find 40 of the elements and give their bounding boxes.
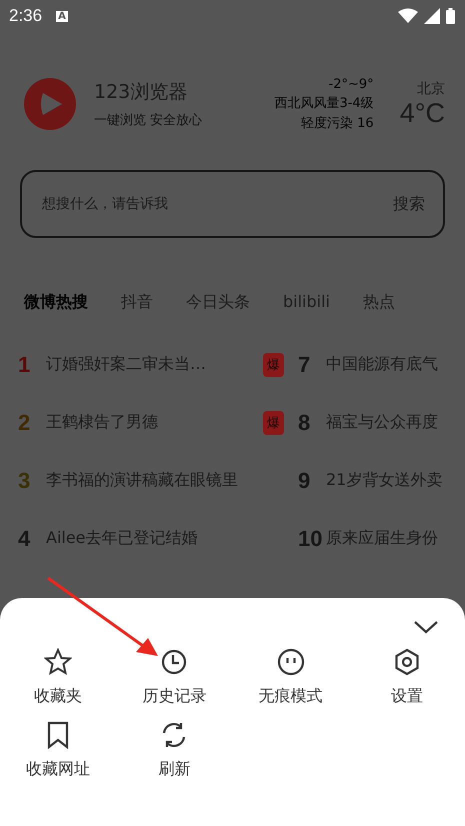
rank-number: 3 bbox=[18, 468, 32, 494]
hot-topic-link[interactable]: 福宝与公众再度 bbox=[326, 412, 438, 433]
search-field[interactable]: 想搜什么，请告诉我 搜索 bbox=[20, 170, 445, 238]
menu-item-label[interactable]: 无痕模式 bbox=[258, 686, 323, 707]
hot-topic-link[interactable]: 原来应届生身份 bbox=[326, 528, 438, 549]
app-slogan: 一键浏览 安全放心 bbox=[94, 112, 204, 129]
rank-number: 4 bbox=[18, 526, 32, 552]
rank-number: 1 bbox=[18, 352, 32, 378]
hot-badge: 爆 bbox=[263, 352, 284, 376]
hot-topic-link[interactable]: 王鹤棣告了男德 bbox=[46, 412, 158, 433]
hot-topic-link[interactable]: 李书福的演讲稿藏在眼镜里 bbox=[46, 470, 238, 491]
temperature-range: -2°~9° bbox=[328, 76, 374, 92]
menu-item-label[interactable]: 设置 bbox=[390, 686, 423, 707]
menu-item-label[interactable]: 历史记录 bbox=[142, 686, 206, 707]
hot-tab[interactable]: 抖音 bbox=[121, 292, 153, 313]
current-temperature: 4°C bbox=[400, 98, 445, 128]
hot-badge: 爆 bbox=[263, 410, 284, 434]
status-time: 2:36 bbox=[9, 6, 42, 26]
rank-number: 2 bbox=[18, 410, 32, 436]
menu-item-label[interactable]: 刷新 bbox=[158, 759, 190, 780]
notification-badge: A bbox=[56, 10, 68, 22]
air-quality-text: 轻度污染 16 bbox=[301, 114, 374, 132]
hot-topic-link[interactable]: 21岁背女送外卖 bbox=[326, 470, 442, 491]
hot-tab[interactable]: 今日头条 bbox=[186, 292, 250, 313]
hot-tab[interactable]: 热点 bbox=[362, 292, 395, 313]
hot-topic-link[interactable]: 中国能源有底气 bbox=[326, 354, 438, 375]
rank-number: 8 bbox=[298, 410, 312, 436]
hot-tab[interactable]: 微博热搜 bbox=[24, 292, 88, 313]
city-name: 北京 bbox=[417, 80, 445, 98]
app-name: 123浏览器 bbox=[94, 80, 188, 105]
hot-topic-link[interactable]: Ailee去年已登记结婚 bbox=[46, 528, 198, 549]
menu-item-label[interactable]: 收藏夹 bbox=[34, 686, 82, 707]
search-button[interactable]: 搜索 bbox=[393, 194, 425, 214]
hot-topic-link[interactable]: 订婚强奸案二审未当… bbox=[46, 354, 206, 375]
hot-tab[interactable]: bilibili bbox=[283, 292, 330, 313]
rank-number: 7 bbox=[298, 352, 312, 378]
rank-number: 10 bbox=[298, 526, 324, 552]
rank-number: 9 bbox=[298, 468, 312, 494]
wind-text: 西北风风量3-4级 bbox=[274, 94, 374, 112]
menu-item-label[interactable]: 收藏网址 bbox=[26, 759, 90, 780]
